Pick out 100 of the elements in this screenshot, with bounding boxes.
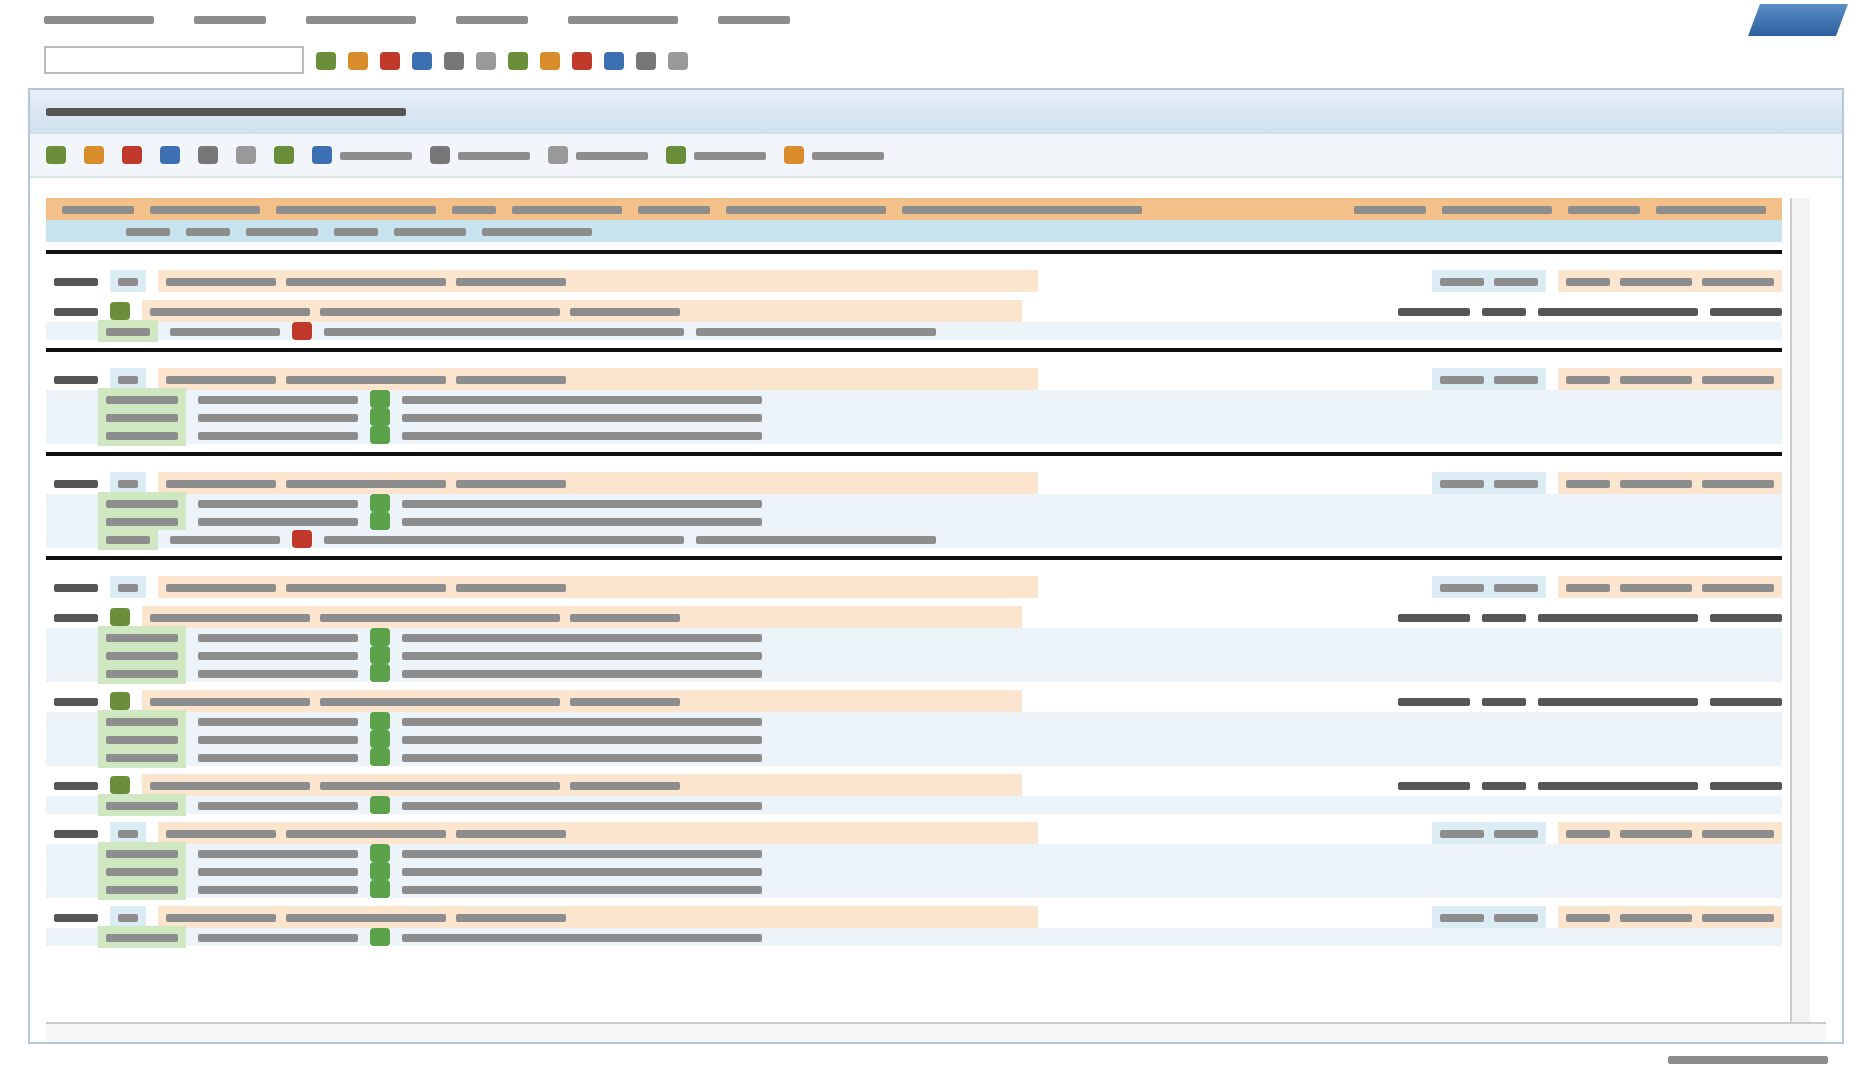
illegible-text (1442, 205, 1552, 213)
toolbar-button[interactable] (548, 146, 648, 164)
illegible-text (166, 375, 276, 383)
status-icon (370, 796, 390, 814)
illegible-text (106, 651, 178, 659)
illegible-text (482, 227, 592, 235)
illegible-text (452, 205, 496, 213)
toolbar-button[interactable] (784, 146, 884, 164)
illegible-text (1440, 375, 1484, 383)
illegible-text (1494, 375, 1538, 383)
illegible-text (54, 781, 98, 789)
illegible-text (456, 913, 566, 921)
illegible-text (1398, 781, 1470, 789)
illegible-text (126, 227, 170, 235)
illegible-text (106, 717, 178, 725)
illegible-text (1710, 613, 1782, 621)
illegible-text (106, 933, 178, 941)
illegible-text (638, 205, 710, 213)
illegible-text (334, 227, 378, 235)
illegible-text (106, 517, 178, 525)
illegible-text (106, 849, 178, 857)
toolbar-button[interactable] (312, 146, 412, 164)
illegible-text (1620, 277, 1692, 285)
illegible-text (106, 535, 150, 543)
illegible-text (512, 205, 622, 213)
illegible-text (1482, 781, 1526, 789)
status-icon (370, 928, 390, 946)
illegible-text (1440, 277, 1484, 285)
illegible-text (570, 307, 680, 315)
illegible-text (1398, 307, 1470, 315)
illegible-text (1494, 583, 1538, 591)
illegible-text (62, 205, 134, 213)
illegible-text (1620, 479, 1692, 487)
illegible-text (1620, 583, 1692, 591)
illegible-text (118, 277, 138, 285)
illegible-text (1620, 829, 1692, 837)
illegible-text (1566, 479, 1610, 487)
illegible-text (1482, 613, 1526, 621)
illegible-text (166, 479, 276, 487)
horizontal-scrollbar[interactable] (46, 1022, 1826, 1042)
illegible-text (1494, 829, 1538, 837)
illegible-text (1702, 375, 1774, 383)
illegible-text (106, 867, 178, 875)
illegible-text (1354, 205, 1426, 213)
vertical-scrollbar[interactable] (1790, 198, 1810, 1022)
illegible-text (106, 395, 178, 403)
illegible-text (166, 913, 276, 921)
illegible-text (54, 307, 98, 315)
illegible-text (1568, 205, 1640, 213)
document-icon (110, 608, 130, 626)
command-field[interactable] (44, 46, 304, 74)
toolbar-button[interactable] (430, 146, 530, 164)
illegible-text (1440, 583, 1484, 591)
illegible-text (1702, 479, 1774, 487)
illegible-text (118, 479, 138, 487)
illegible-text (54, 277, 98, 285)
illegible-text (570, 781, 680, 789)
illegible-text (106, 327, 150, 335)
document-icon (110, 302, 130, 320)
illegible-text (1710, 307, 1782, 315)
illegible-text (1702, 913, 1774, 921)
illegible-text (118, 913, 138, 921)
illegible-text (106, 431, 178, 439)
illegible-text (54, 829, 98, 837)
illegible-text (1440, 479, 1484, 487)
illegible-text (106, 499, 178, 507)
illegible-text (54, 913, 98, 921)
document-icon (110, 692, 130, 710)
illegible-text (1566, 375, 1610, 383)
illegible-text (170, 327, 280, 335)
illegible-text (1482, 697, 1526, 705)
illegible-text (1566, 829, 1610, 837)
illegible-text (1494, 479, 1538, 487)
illegible-text (1566, 277, 1610, 285)
illegible-text (54, 479, 98, 487)
illegible-text (106, 669, 178, 677)
illegible-text (54, 583, 98, 591)
illegible-text (166, 829, 276, 837)
illegible-text (150, 205, 260, 213)
illegible-text (1620, 375, 1692, 383)
illegible-text (456, 583, 566, 591)
illegible-text (118, 375, 138, 383)
illegible-text (170, 535, 280, 543)
illegible-text (570, 613, 680, 621)
toolbar-button[interactable] (666, 146, 766, 164)
illegible-text (1656, 205, 1766, 213)
illegible-text (1566, 583, 1610, 591)
illegible-text (166, 583, 276, 591)
illegible-text (456, 829, 566, 837)
illegible-text (1482, 307, 1526, 315)
illegible-text (186, 227, 230, 235)
illegible-text (1702, 277, 1774, 285)
illegible-text (1398, 613, 1470, 621)
illegible-text (456, 375, 566, 383)
warning-icon (292, 322, 312, 340)
illegible-text (106, 885, 178, 893)
illegible-text (118, 829, 138, 837)
illegible-text (1710, 781, 1782, 789)
illegible-text (1494, 913, 1538, 921)
illegible-text (456, 277, 566, 285)
